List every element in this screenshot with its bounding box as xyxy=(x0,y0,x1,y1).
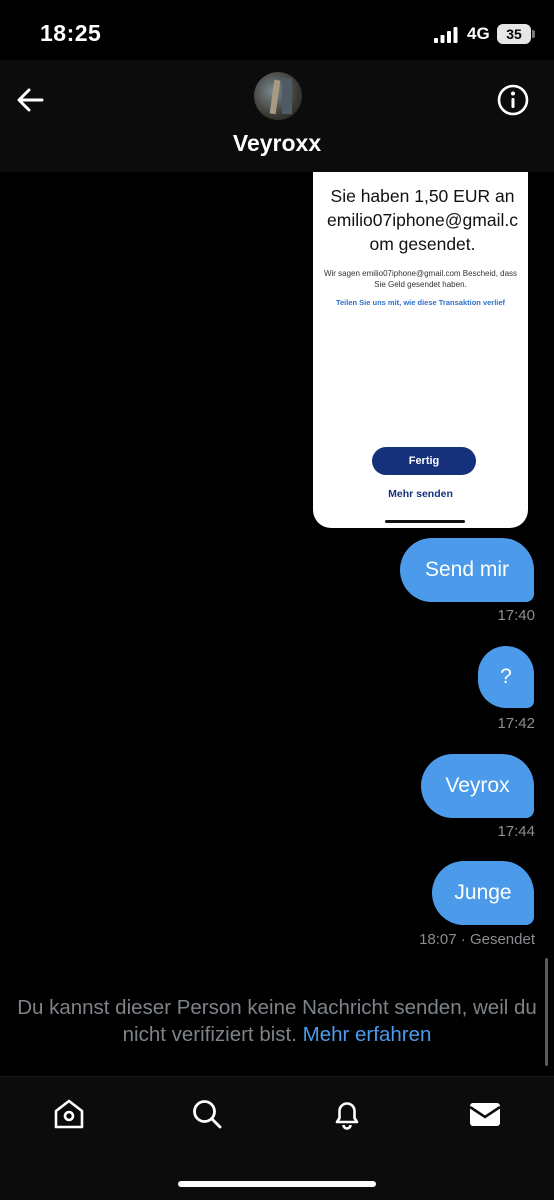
attachment-home-indicator xyxy=(385,520,465,523)
network-label: 4G xyxy=(467,24,490,43)
image-attachment[interactable]: Sie haben 1,50 EUR an emilio07iphone@gma… xyxy=(313,172,528,528)
signal-icon xyxy=(434,27,458,43)
info-circle-icon[interactable] xyxy=(493,80,533,120)
message-bubble[interactable]: Junge xyxy=(432,861,534,925)
attachment-more-button: Mehr senden xyxy=(388,488,453,500)
learn-more-link[interactable]: Mehr erfahren xyxy=(303,1023,432,1046)
bell-icon[interactable] xyxy=(330,1097,364,1131)
contact-name[interactable]: Veyroxx xyxy=(0,130,554,157)
attachment-done-button: Fertig xyxy=(372,447,476,475)
mail-icon[interactable] xyxy=(468,1097,502,1131)
message-bubble[interactable]: Veyrox xyxy=(421,754,534,818)
message-timestamp: 17:42 xyxy=(497,715,535,732)
arrow-left-icon[interactable] xyxy=(12,80,52,120)
message-timestamp: 17:40 xyxy=(497,607,535,624)
message-status: 18:07 · Gesendet xyxy=(419,931,535,948)
verification-notice: Du kannst dieser Person keine Nachricht … xyxy=(0,994,554,1048)
avatar[interactable] xyxy=(254,72,302,120)
battery-cap xyxy=(532,30,535,38)
search-icon[interactable] xyxy=(190,1097,224,1131)
home-icon[interactable] xyxy=(52,1097,86,1131)
notice-text: Du kannst dieser Person keine Nachricht … xyxy=(17,996,537,1046)
attachment-body: Wir sagen emilio07iphone@gmail.com Besch… xyxy=(323,269,518,289)
home-indicator xyxy=(178,1181,376,1187)
attachment-feedback-link: Teilen Sie uns mit, wie diese Transaktio… xyxy=(335,298,506,307)
status-time: 18:25 xyxy=(40,20,102,46)
message-bubble[interactable]: Send mir xyxy=(400,538,534,602)
battery-icon: 35 xyxy=(497,24,531,44)
conversation-header: Veyroxx xyxy=(0,60,554,172)
attachment-heading: Sie haben 1,50 EUR an emilio07iphone@gma… xyxy=(327,186,518,254)
message-timestamp: 17:44 xyxy=(497,823,535,840)
message-bubble[interactable]: ? xyxy=(478,646,534,708)
